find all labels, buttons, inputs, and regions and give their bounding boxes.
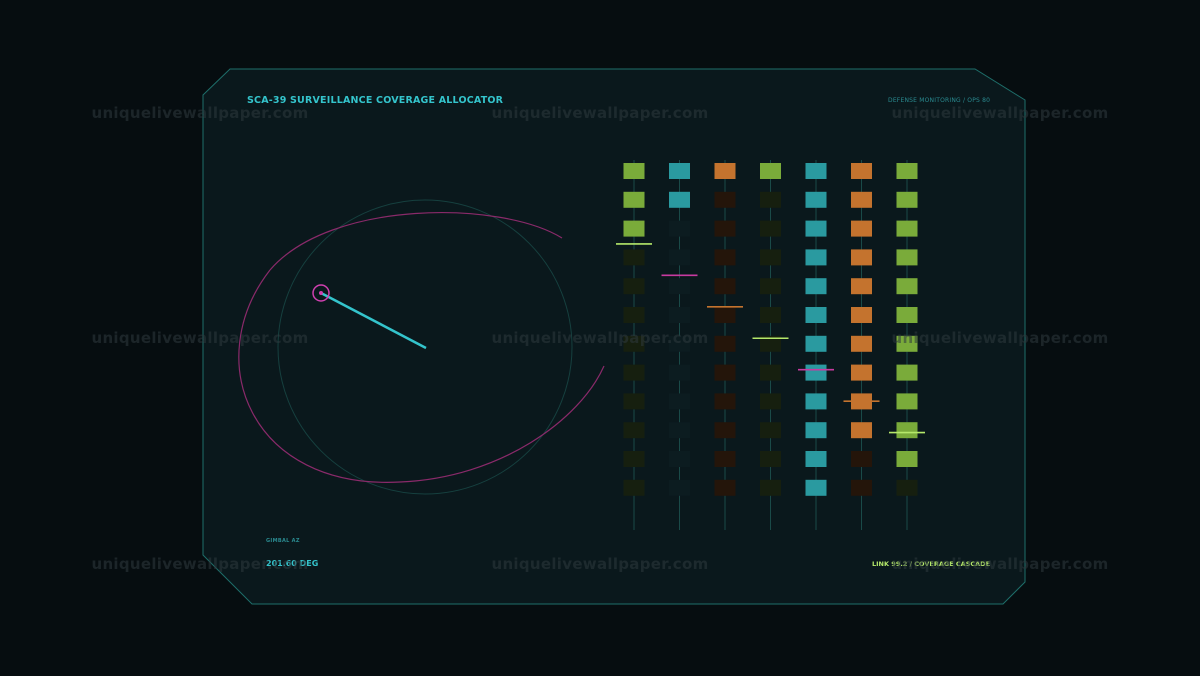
coverage-cell[interactable] (805, 249, 827, 266)
coverage-cell[interactable] (714, 335, 736, 352)
coverage-cell[interactable] (851, 335, 872, 352)
coverage-cell[interactable] (760, 307, 781, 323)
coverage-cell[interactable] (805, 191, 827, 208)
coverage-cell[interactable] (714, 479, 736, 496)
coverage-cell[interactable] (805, 479, 827, 496)
gimbal-label: GIMBAL AZ (266, 538, 300, 544)
coverage-cell[interactable] (760, 364, 781, 381)
coverage-cell[interactable] (805, 364, 827, 381)
coverage-cell[interactable] (669, 479, 690, 496)
coverage-cell[interactable] (896, 451, 918, 467)
coverage-cell[interactable] (714, 278, 736, 295)
gimbal-value: 201.60 DEG (266, 559, 319, 568)
coverage-cell[interactable] (851, 249, 872, 266)
hud-canvas (202, 68, 1026, 605)
coverage-cell[interactable] (760, 451, 781, 467)
coverage-cell[interactable] (623, 163, 645, 179)
coverage-cell[interactable] (623, 307, 645, 323)
coverage-cell[interactable] (851, 307, 872, 323)
coverage-cell[interactable] (714, 220, 736, 237)
coverage-cell[interactable] (669, 422, 690, 439)
coverage-cell[interactable] (851, 451, 872, 467)
page-title: SURVEILLANCE COVERAGE ALLOCATOR (290, 95, 504, 106)
coverage-cell[interactable] (805, 422, 827, 439)
target-dot-icon (319, 291, 323, 295)
coverage-cell[interactable] (669, 191, 690, 208)
coverage-cell[interactable] (623, 191, 645, 208)
coverage-cell[interactable] (623, 393, 645, 410)
hud-stage: SCA-39 SURVEILLANCE COVERAGE ALLOCATOR D… (0, 0, 1200, 676)
coverage-cell[interactable] (896, 220, 918, 237)
coverage-cell[interactable] (669, 163, 690, 179)
coverage-cell[interactable] (669, 220, 690, 237)
coverage-cell[interactable] (760, 422, 781, 439)
coverage-cell[interactable] (896, 307, 918, 323)
coverage-cell[interactable] (896, 422, 918, 439)
coverage-cell[interactable] (760, 479, 781, 496)
coverage-cell[interactable] (623, 364, 645, 381)
coverage-cell[interactable] (896, 249, 918, 266)
coverage-cell[interactable] (851, 191, 872, 208)
coverage-cell[interactable] (805, 163, 827, 179)
coverage-cell[interactable] (623, 422, 645, 439)
coverage-cell[interactable] (669, 249, 690, 266)
coverage-cell[interactable] (714, 163, 736, 179)
coverage-cell[interactable] (669, 278, 690, 295)
coverage-cell[interactable] (714, 191, 736, 208)
coverage-cell[interactable] (669, 451, 690, 467)
coverage-cell[interactable] (760, 393, 781, 410)
coverage-cell[interactable] (760, 278, 781, 295)
coverage-cell[interactable] (896, 393, 918, 410)
coverage-cell[interactable] (714, 393, 736, 410)
coverage-cell[interactable] (851, 163, 872, 179)
coverage-cell[interactable] (760, 220, 781, 237)
coverage-cell[interactable] (851, 479, 872, 496)
coverage-cell[interactable] (714, 451, 736, 467)
coverage-cell[interactable] (805, 278, 827, 295)
coverage-cell[interactable] (896, 335, 918, 352)
coverage-cell[interactable] (760, 249, 781, 266)
coverage-cell[interactable] (805, 451, 827, 467)
coverage-cell[interactable] (623, 451, 645, 467)
coverage-cell[interactable] (669, 307, 690, 323)
coverage-cell[interactable] (623, 278, 645, 295)
coverage-cell[interactable] (851, 278, 872, 295)
coverage-cell[interactable] (714, 249, 736, 266)
coverage-cell[interactable] (669, 393, 690, 410)
coverage-cell[interactable] (805, 393, 827, 410)
section-label: DEFENSE MONITORING / OPS 80 (888, 97, 991, 104)
coverage-cell[interactable] (714, 422, 736, 439)
coverage-cell[interactable] (851, 422, 872, 439)
coverage-cell[interactable] (896, 364, 918, 381)
coverage-cell[interactable] (623, 249, 645, 266)
coverage-cell[interactable] (851, 220, 872, 237)
coverage-cell[interactable] (760, 163, 781, 179)
coverage-cell[interactable] (623, 335, 645, 352)
coverage-cell[interactable] (851, 364, 872, 381)
coverage-cell[interactable] (623, 220, 645, 237)
coverage-cell[interactable] (805, 307, 827, 323)
coverage-cell[interactable] (714, 364, 736, 381)
coverage-cell[interactable] (896, 191, 918, 208)
coverage-cell[interactable] (623, 479, 645, 496)
coverage-cell[interactable] (669, 364, 690, 381)
coverage-cell[interactable] (805, 220, 827, 237)
coverage-cell[interactable] (669, 335, 690, 352)
coverage-cell[interactable] (896, 163, 918, 179)
allocator-id: SCA-39 (247, 95, 287, 106)
coverage-cell[interactable] (896, 479, 918, 496)
link-status: LINK 99.2 / COVERAGE CASCADE (872, 560, 991, 568)
coverage-cell[interactable] (714, 307, 736, 323)
coverage-cell[interactable] (896, 278, 918, 295)
coverage-cell[interactable] (760, 191, 781, 208)
coverage-cell[interactable] (805, 335, 827, 352)
